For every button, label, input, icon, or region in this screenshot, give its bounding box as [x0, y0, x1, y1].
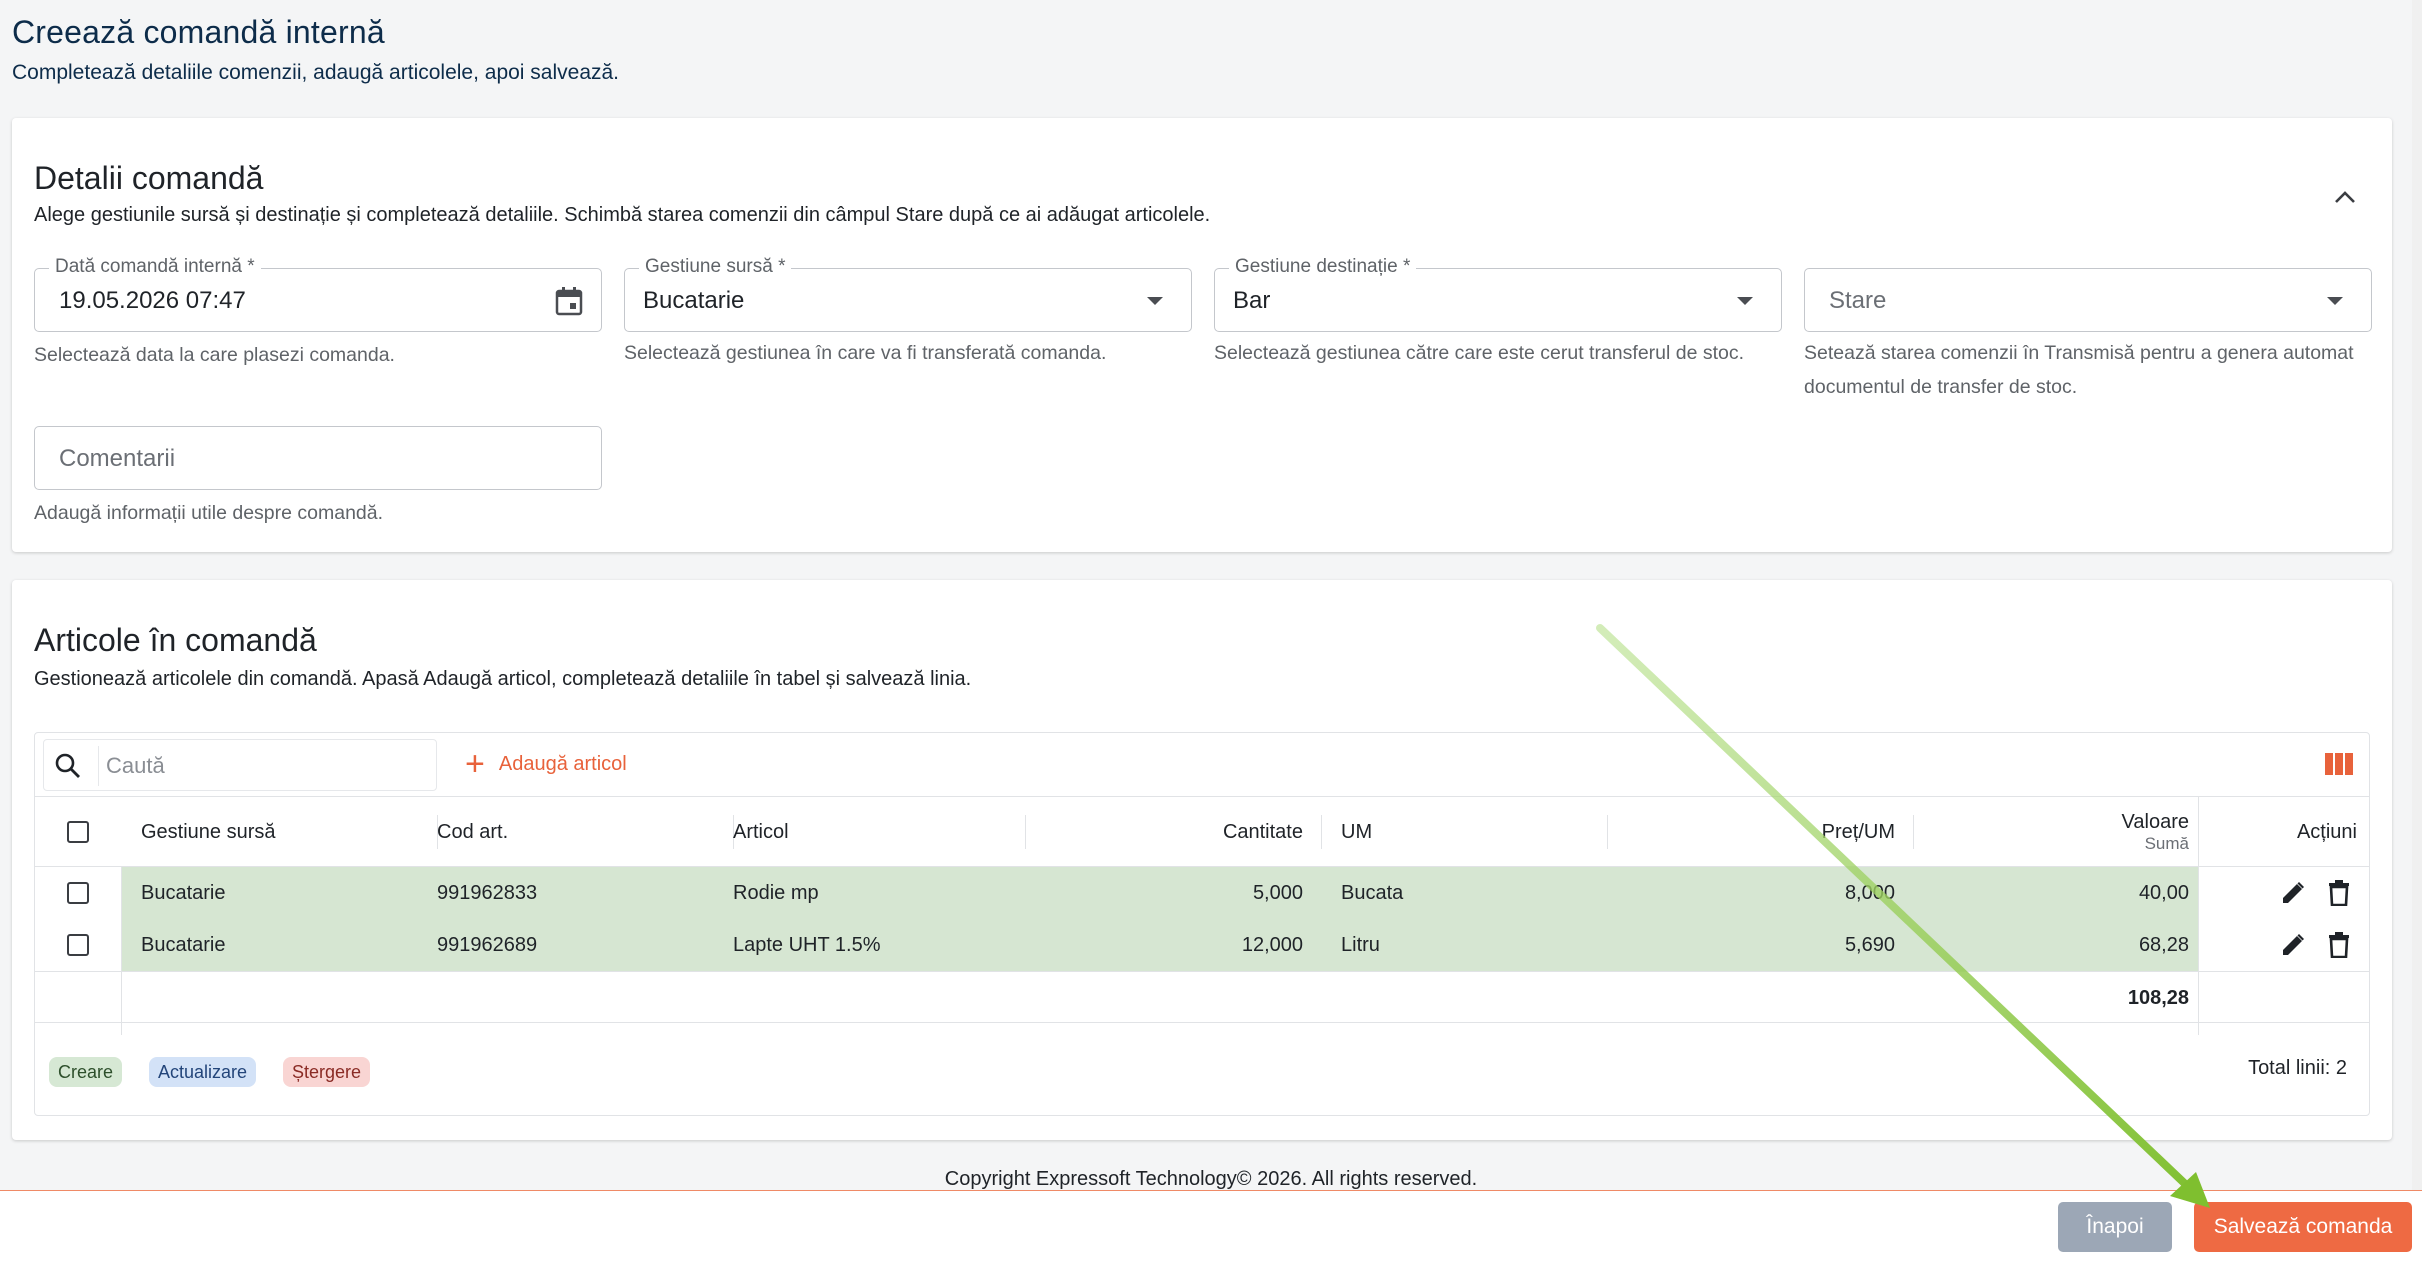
comments-field-helper: Adaugă informații utile despre comandă. [34, 502, 384, 524]
save-order-button[interactable]: Salvează comanda [2194, 1202, 2412, 1252]
search-box[interactable] [43, 739, 437, 791]
col-value[interactable]: Valoare Sumă [1913, 797, 2189, 867]
table-row[interactable]: Bucatarie 991962689 Lapte UHT 1.5% 12,00… [35, 919, 2369, 971]
trash-icon[interactable] [2325, 931, 2353, 959]
col-quantity[interactable]: Cantitate [1025, 797, 1303, 867]
search-divider [98, 746, 99, 786]
col-value-sub: Sumă [2144, 833, 2189, 853]
source-select[interactable]: Gestiune sursă * Bucatarie [624, 256, 1192, 332]
table-toolbar: + Adaugă articol [35, 733, 2369, 797]
chevron-up-icon[interactable] [2328, 180, 2362, 214]
add-article-button[interactable]: + Adaugă articol [465, 747, 627, 781]
comments-field-placeholder: Comentarii [59, 445, 176, 472]
date-field[interactable]: Dată comandă internă * 19.05.2026 07:47 [34, 256, 602, 332]
source-select-value: Bucatarie [643, 287, 745, 314]
col-actions: Acțiuni [2296, 820, 2357, 843]
details-description: Alege gestiunile sursă și destinație și … [34, 204, 1211, 226]
copyright: Copyright Expressoft Technology© 2026. A… [944, 1168, 1478, 1190]
trash-icon[interactable] [2325, 879, 2353, 907]
cell-quantity: 5,000 [1252, 881, 1303, 904]
cell-source: Bucatarie [141, 881, 226, 904]
destination-select-helper: Selectează gestiunea către care este cer… [1214, 342, 1745, 364]
status-select-helper: Setează starea comenzii în Transmisă pen… [1804, 342, 2354, 398]
cell-article: Rodie mp [733, 881, 819, 904]
edit-icon[interactable] [2279, 879, 2307, 907]
table-footer: Creare Actualizare Ștergere Total linii:… [35, 1023, 2369, 1117]
cell-article: Lapte UHT 1.5% [733, 933, 881, 956]
chevron-down-icon [1737, 297, 1753, 305]
source-select-label: Gestiune sursă * [639, 256, 792, 278]
row-checkbox[interactable] [67, 934, 89, 956]
plus-icon: + [465, 745, 485, 783]
col-value-label: Valoare [2121, 810, 2189, 833]
col-price[interactable]: Preț/UM [1607, 797, 1895, 867]
back-button[interactable]: Înapoi [2058, 1202, 2172, 1252]
cell-unit: Litru [1341, 933, 1380, 956]
date-field-label: Dată comandă internă * [49, 256, 261, 278]
search-icon [54, 752, 82, 780]
articles-table: + Adaugă articol Gestiune sursă Cod art.… [34, 732, 2370, 1116]
row-checkbox[interactable] [67, 882, 89, 904]
articles-description: Gestionează articolele din comandă. Apas… [34, 668, 972, 690]
legend-create-badge: Creare [49, 1057, 123, 1087]
articles-title: Articole în comandă [34, 622, 317, 658]
page-subtitle: Completează detaliile comenzii, adaugă a… [12, 61, 620, 84]
select-all-checkbox[interactable] [67, 821, 89, 843]
col-source[interactable]: Gestiune sursă [141, 797, 421, 867]
total-value: 108,28 [2127, 986, 2189, 1009]
search-input[interactable] [106, 746, 426, 786]
destination-select-value: Bar [1233, 287, 1271, 314]
page-header: Creează comandă internă Completează deta… [12, 14, 619, 85]
calendar-icon[interactable] [553, 285, 585, 317]
total-row: 108,28 [35, 971, 2369, 1023]
cell-price: 8,000 [1844, 881, 1895, 904]
edit-icon[interactable] [2279, 931, 2307, 959]
details-card: Detalii comandă Alege gestiunile sursă ș… [12, 118, 2392, 552]
date-field-helper: Selectează data la care plasezi comanda. [34, 344, 395, 366]
chevron-down-icon [2327, 297, 2343, 305]
comments-field[interactable]: Comentarii [34, 426, 602, 490]
columns-icon[interactable] [2325, 753, 2353, 775]
col-article[interactable]: Articol [733, 797, 1013, 867]
cell-source: Bucatarie [141, 933, 226, 956]
add-article-label: Adaugă articol [498, 752, 627, 775]
page-scrollbar[interactable] [2412, 0, 2422, 1190]
chevron-down-icon [1147, 297, 1163, 305]
bottom-action-bar: Înapoi Salvează comanda [0, 1190, 2422, 1262]
total-lines: Total linii: 2 [2248, 1057, 2347, 1079]
col-unit[interactable]: UM [1341, 797, 1621, 867]
destination-select[interactable]: Gestiune destinație * Bar [1214, 256, 1782, 332]
legend-delete-badge: Ștergere [283, 1057, 371, 1087]
table-header: Gestiune sursă Cod art. Articol Cantitat… [35, 797, 2369, 867]
destination-select-label: Gestiune destinație * [1229, 256, 1417, 278]
cell-quantity: 12,000 [1241, 933, 1303, 956]
date-field-value: 19.05.2026 07:47 [59, 287, 246, 314]
details-title: Detalii comandă [34, 160, 264, 196]
cell-price: 5,690 [1844, 933, 1895, 956]
status-select[interactable]: Stare [1804, 268, 2372, 332]
source-select-helper: Selectează gestiunea în care va fi trans… [624, 342, 1107, 364]
legend-update-badge: Actualizare [149, 1057, 257, 1087]
status-select-placeholder: Stare [1829, 287, 1887, 314]
cell-unit: Bucata [1341, 881, 1404, 904]
col-code[interactable]: Cod art. [437, 797, 717, 867]
cell-code: 991962833 [437, 881, 538, 904]
cell-value: 40,00 [2138, 881, 2189, 904]
table-row[interactable]: Bucatarie 991962833 Rodie mp 5,000 Bucat… [35, 867, 2369, 919]
cell-value: 68,28 [2138, 933, 2189, 956]
articles-card: Articole în comandă Gestionează articole… [12, 580, 2392, 1140]
cell-code: 991962689 [437, 933, 538, 956]
col-divider [1321, 815, 1322, 849]
page-title: Creează comandă internă [12, 14, 385, 50]
